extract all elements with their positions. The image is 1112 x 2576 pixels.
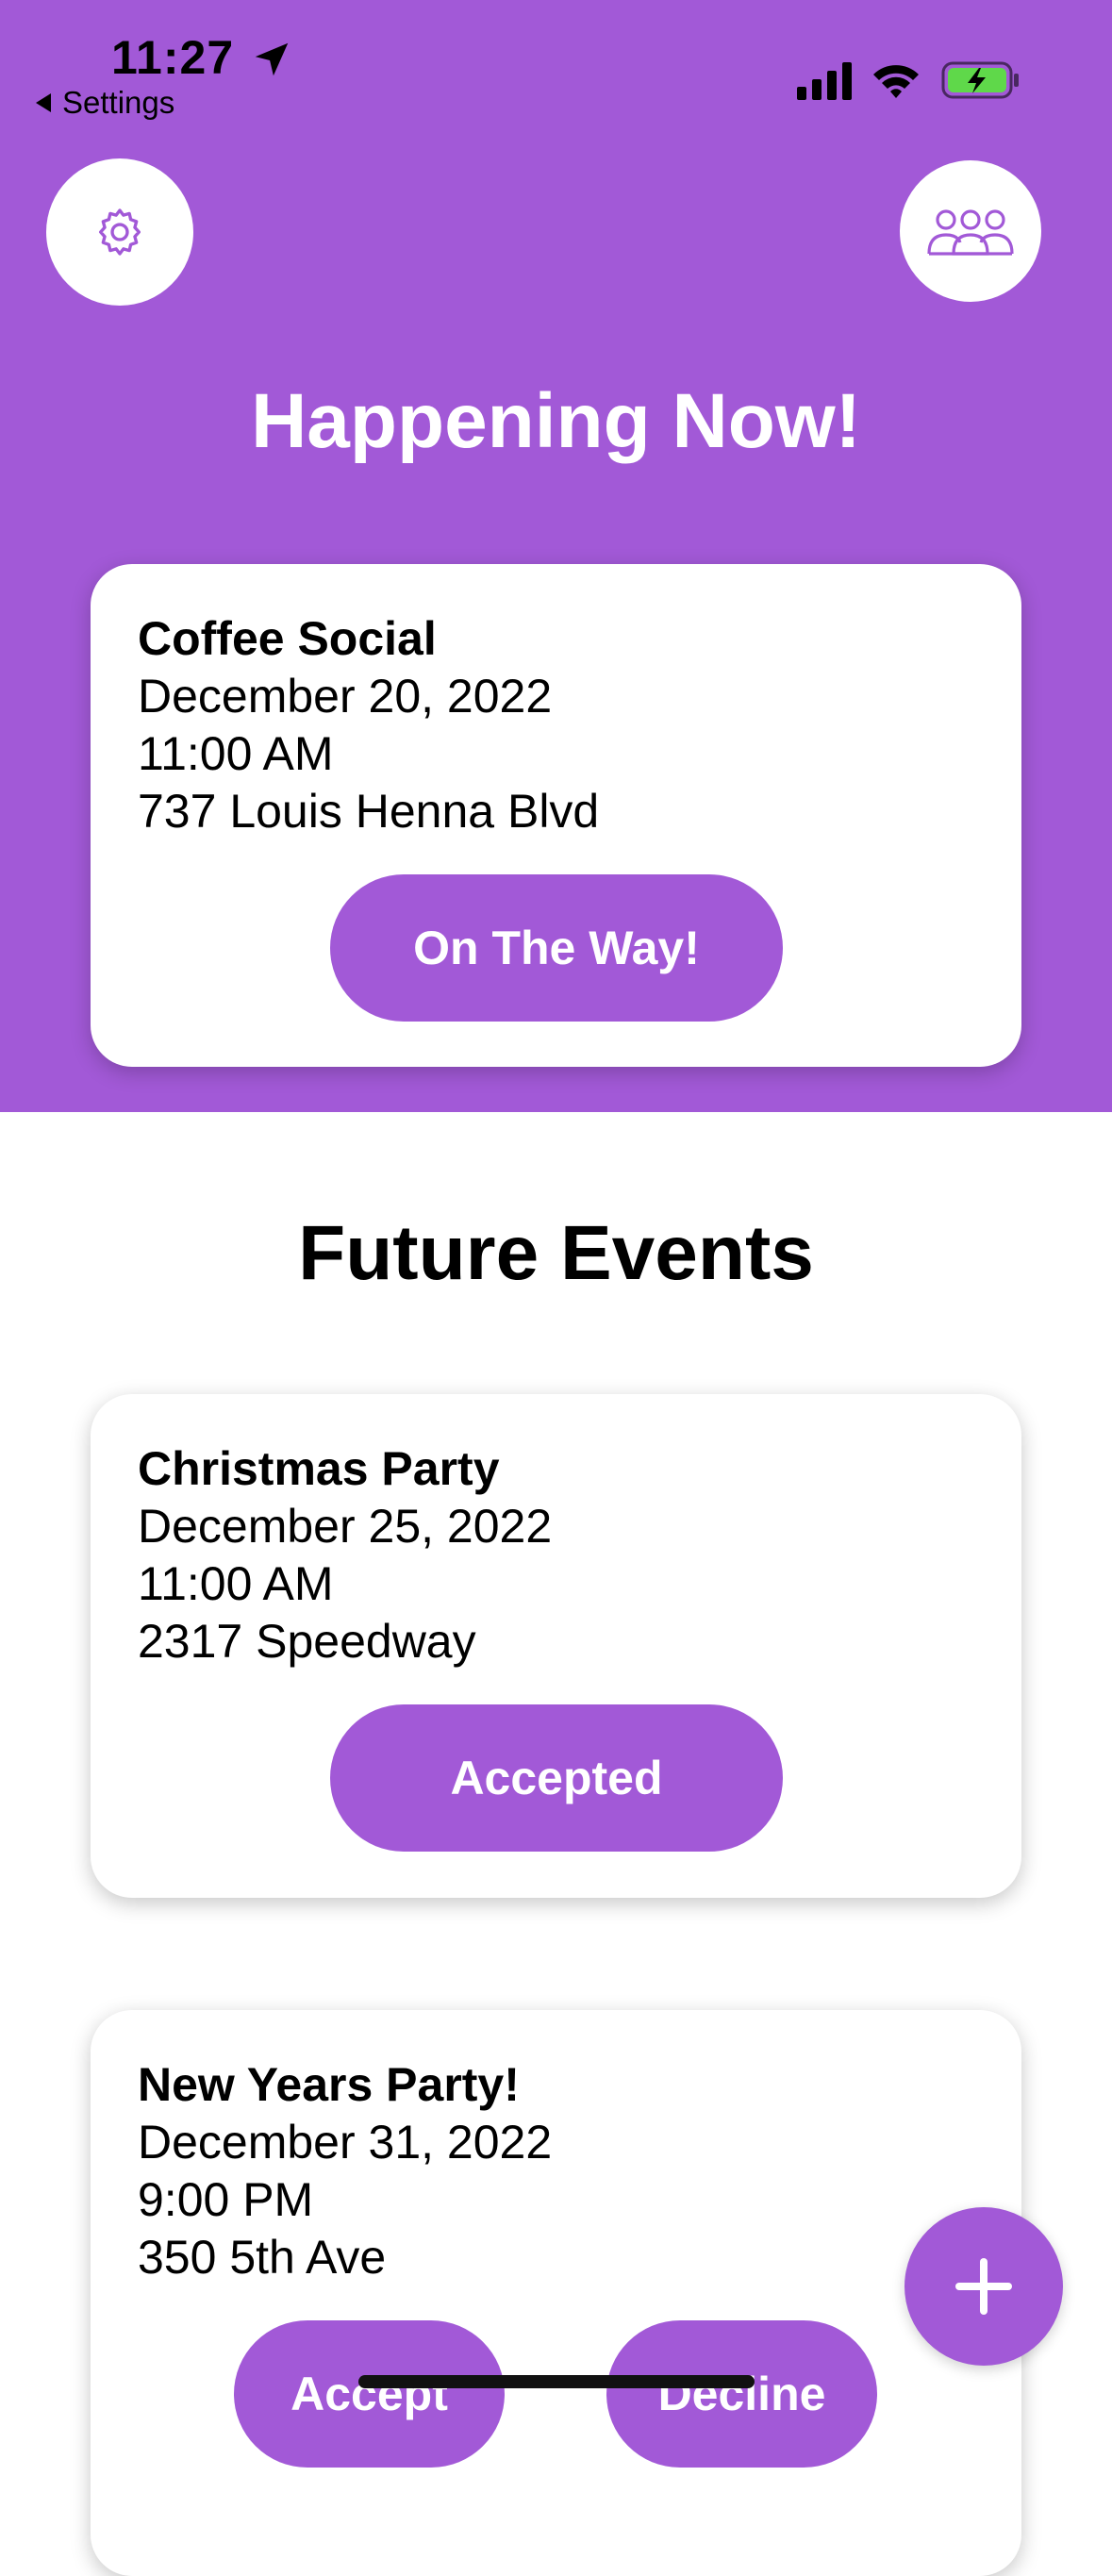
on-the-way-button[interactable]: On The Way!	[330, 874, 783, 1022]
group-button[interactable]	[900, 160, 1041, 302]
decline-button[interactable]: Decline	[606, 2320, 877, 2468]
event-date: December 31, 2022	[138, 2116, 553, 2169]
event-address: 737 Louis Henna Blvd	[138, 785, 600, 838]
event-time: 11:00 AM	[138, 727, 334, 780]
accept-button[interactable]: Accept	[234, 2320, 505, 2468]
current-event-card: Coffee Social December 20, 2022 11:00 AM…	[91, 564, 1021, 1067]
event-title: Christmas Party	[138, 1442, 500, 1495]
back-label: Settings	[62, 85, 175, 120]
event-title: New Years Party!	[138, 2058, 520, 2111]
event-card: New Years Party! December 31, 2022 9:00 …	[91, 2010, 1021, 2576]
status-time: 11:27	[111, 31, 235, 84]
location-arrow-icon	[255, 42, 289, 76]
plus-icon	[955, 2258, 1012, 2315]
gear-icon	[99, 208, 141, 256]
event-time: 11:00 AM	[138, 1557, 334, 1610]
event-card: Christmas Party December 25, 2022 11:00 …	[91, 1394, 1021, 1898]
accepted-button[interactable]: Accepted	[330, 1704, 783, 1852]
event-date: December 25, 2022	[138, 1500, 553, 1553]
group-icon	[927, 209, 1014, 256]
back-to-settings-link[interactable]: Settings	[36, 85, 174, 121]
event-address: 2317 Speedway	[138, 1615, 476, 1668]
event-title: Coffee Social	[138, 612, 437, 665]
add-event-button[interactable]	[905, 2207, 1063, 2366]
back-triangle-icon	[36, 93, 51, 112]
wifi-icon	[873, 65, 919, 98]
cellular-signal-icon	[797, 62, 852, 100]
home-indicator[interactable]	[358, 2375, 755, 2388]
event-date: December 20, 2022	[138, 670, 553, 723]
future-events-title: Future Events	[298, 1210, 814, 1296]
event-time: 9:00 PM	[138, 2173, 314, 2226]
event-address: 350 5th Ave	[138, 2231, 387, 2284]
battery-charging-icon	[941, 61, 1019, 99]
happening-now-title: Happening Now!	[251, 378, 861, 464]
settings-button[interactable]	[46, 158, 193, 306]
